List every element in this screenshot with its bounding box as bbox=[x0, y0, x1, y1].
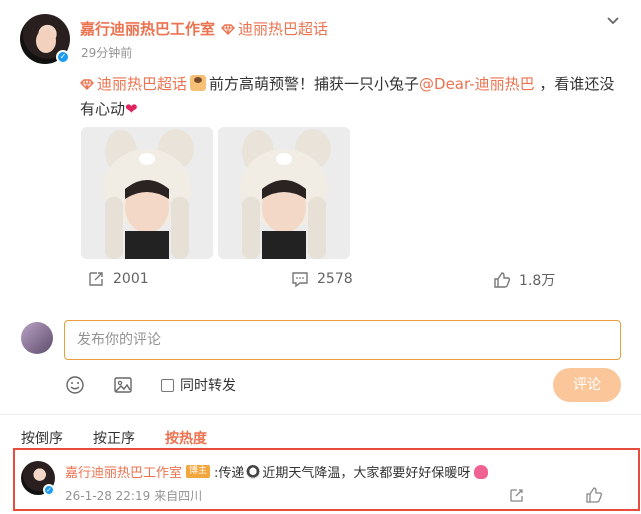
sort-option-hot[interactable]: 按热度 bbox=[165, 428, 207, 448]
submit-comment-button[interactable]: 评论 bbox=[553, 368, 621, 402]
repost-count: 2001 bbox=[113, 271, 149, 287]
chevron-down-icon[interactable] bbox=[605, 12, 621, 28]
sort-option-forward[interactable]: 按正序 bbox=[93, 428, 135, 448]
comment-share-icon[interactable] bbox=[509, 487, 525, 503]
supertopic-link[interactable]: 迪丽热巴超话 bbox=[221, 18, 328, 39]
repost-checkbox-label: 同时转发 bbox=[180, 378, 236, 394]
repost-checkbox-group[interactable]: 同时转发 bbox=[161, 375, 236, 395]
comment-prefix: :传递 bbox=[214, 466, 245, 481]
diamond-icon bbox=[221, 24, 235, 35]
repost-icon bbox=[89, 272, 103, 286]
heart-emoji-icon: ❤ bbox=[125, 100, 138, 118]
comment-main-text: 近期天气降温，大家都要好好保暖呀 bbox=[262, 466, 471, 481]
supertopic-label: 迪丽热巴超话 bbox=[238, 20, 329, 38]
comment-button[interactable]: 2578 bbox=[291, 270, 353, 288]
comment-count: 2578 bbox=[317, 271, 353, 287]
divider bbox=[0, 414, 641, 415]
body-text-1: 前方高萌预警！捕获一只小兔子 bbox=[209, 75, 420, 93]
post-time[interactable]: 29分钟前 bbox=[81, 44, 132, 61]
raising-hand-emoji-icon bbox=[190, 75, 207, 91]
post-image-2[interactable] bbox=[218, 127, 350, 259]
comment-text: 嘉行迪丽热巴工作室 博主 :传递 近期天气降温，大家都要好好保暖呀 bbox=[65, 462, 490, 481]
repost-button[interactable]: 2001 bbox=[87, 270, 149, 288]
panda-emoji-icon bbox=[246, 464, 261, 479]
like-button[interactable]: 1.8万 bbox=[493, 270, 555, 290]
post-body: 迪丽热巴超话 前方高萌预警！捕获一只小兔子@Dear-迪丽热巴 ，看谁还没有心动❤ bbox=[80, 72, 620, 122]
image-icon[interactable] bbox=[113, 375, 133, 395]
sort-option-reverse[interactable]: 按倒序 bbox=[21, 428, 63, 448]
comment-author-name[interactable]: 嘉行迪丽热巴工作室 bbox=[65, 462, 182, 481]
author-badge: 博主 bbox=[186, 465, 211, 478]
current-user-avatar[interactable] bbox=[21, 322, 53, 354]
body-topic-label: 迪丽热巴超话 bbox=[97, 75, 188, 93]
comment-location: 来自四川 bbox=[154, 489, 203, 503]
emoji-icon[interactable] bbox=[65, 375, 85, 395]
comment-input[interactable]: 发布你的评论 bbox=[64, 320, 621, 360]
comment-verified-icon: ✓ bbox=[43, 484, 55, 496]
comment-like-icon[interactable] bbox=[585, 486, 603, 504]
like-count: 1.8万 bbox=[519, 273, 556, 289]
diamond-icon bbox=[80, 79, 94, 90]
thumbs-up-icon bbox=[494, 272, 511, 288]
repost-checkbox[interactable] bbox=[161, 378, 174, 392]
comment-time: 26-1-28 22:19 bbox=[65, 489, 151, 503]
mention-link[interactable]: @Dear-迪丽热巴 bbox=[419, 75, 535, 93]
heart-emoji-icon bbox=[474, 464, 489, 479]
comment-icon bbox=[292, 272, 308, 288]
post-image-1[interactable] bbox=[81, 127, 213, 259]
comment-meta: 26-1-28 22:19 来自四川 bbox=[65, 487, 202, 504]
body-topic-link[interactable]: 迪丽热巴超话 bbox=[80, 75, 187, 93]
verified-icon: ✓ bbox=[56, 50, 70, 64]
author-name[interactable]: 嘉行迪丽热巴工作室 bbox=[80, 18, 215, 39]
